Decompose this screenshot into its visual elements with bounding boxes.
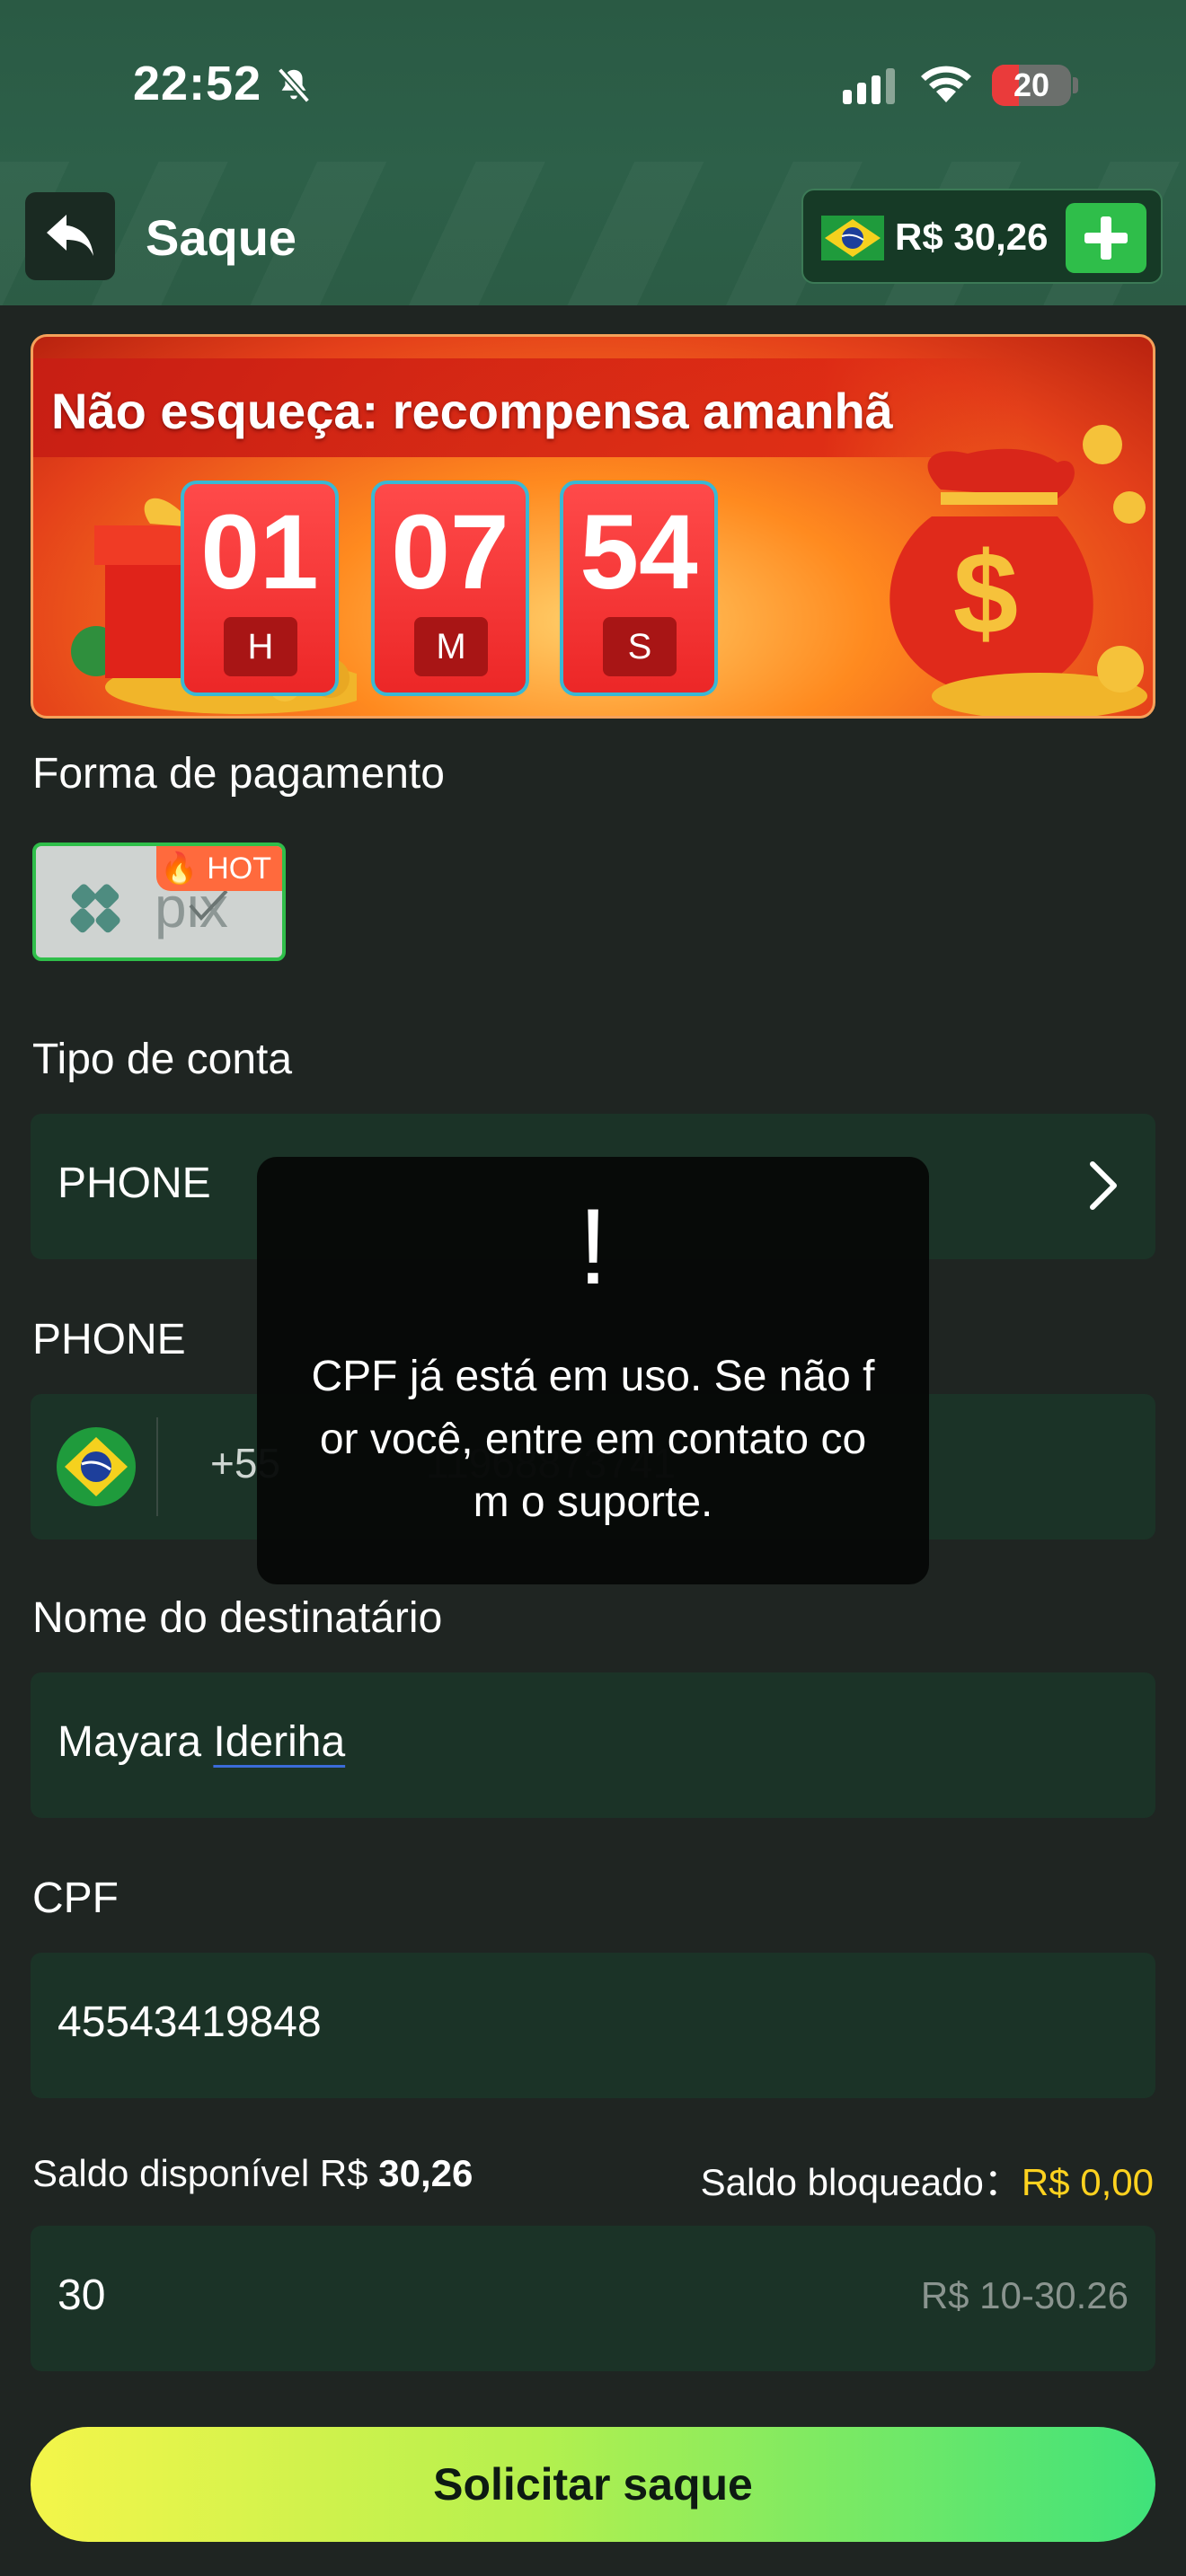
withdraw-amount-input[interactable]: 30 R$ 10-30.26 xyxy=(31,2226,1155,2371)
withdraw-amount-value: 30 xyxy=(58,2272,106,2319)
toast-message: CPF já está em uso. Se não for você, ent… xyxy=(311,1353,875,1526)
phone-divider xyxy=(156,1417,158,1516)
plus-icon xyxy=(1084,216,1128,260)
blocked-balance-value: R$ 0,00 xyxy=(1021,2161,1154,2203)
back-arrow-icon xyxy=(47,215,93,256)
error-toast: ! CPF já está em uso. Se não for você, e… xyxy=(257,1157,929,1584)
brazil-flag-icon xyxy=(821,216,884,260)
app-header: 22:52 20 Saque R$ 30,26 xyxy=(0,0,1186,305)
pix-payment-option[interactable]: pix 🔥 HOT xyxy=(32,842,286,961)
cellular-signal-icon xyxy=(843,68,895,104)
page-title: Saque xyxy=(146,209,297,266)
cpf-input[interactable]: 45543419848 xyxy=(31,1953,1155,2098)
timer-hours: 01 H xyxy=(181,481,339,696)
banner-title: Não esqueça: recompensa amanhã xyxy=(51,383,893,439)
bell-off-icon xyxy=(277,67,311,103)
deposit-plus-button[interactable] xyxy=(1066,203,1146,273)
request-withdrawal-button[interactable]: Solicitar saque xyxy=(31,2427,1155,2542)
status-time: 22:52 xyxy=(133,57,262,110)
exclamation-icon: ! xyxy=(578,1187,608,1307)
chevron-right-icon xyxy=(1090,1161,1117,1210)
battery-indicator: 20 xyxy=(992,65,1071,106)
battery-tip xyxy=(1073,77,1078,93)
account-type-value: PHONE xyxy=(58,1160,211,1207)
recipient-name-input[interactable]: Mayara Ideriha xyxy=(31,1672,1155,1818)
reward-banner[interactable]: Não esqueça: recompensa amanhã $ 01 H 07… xyxy=(31,334,1155,719)
available-balance: Saldo disponível R$ 30,26 xyxy=(32,2152,474,2194)
recipient-name-value: Mayara Ideriha xyxy=(58,1718,346,1766)
cpf-value: 45543419848 xyxy=(58,1998,322,2046)
balance-chip[interactable]: R$ 30,26 xyxy=(801,189,1163,284)
svg-text:$: $ xyxy=(953,527,1018,658)
balance-amount: R$ 30,26 xyxy=(895,216,1049,258)
spellcheck-underlined-word: Ideriha xyxy=(213,1718,346,1766)
flame-icon: 🔥 xyxy=(160,851,199,886)
blocked-balance: Saldo bloqueado：R$ 0,00 xyxy=(700,2161,1154,2203)
timer-minutes: 07 M xyxy=(371,481,529,696)
hot-badge: 🔥 HOT xyxy=(156,846,282,891)
recipient-name-label: Nome do destinatário xyxy=(32,1594,443,1642)
account-type-label: Tipo de conta xyxy=(32,1036,293,1083)
payment-method-label: Forma de pagamento xyxy=(32,750,445,798)
money-bag-icon: $ xyxy=(890,425,1147,716)
brazil-flag-icon[interactable] xyxy=(56,1426,137,1507)
timer-seconds: 54 S xyxy=(560,481,718,696)
wifi-icon xyxy=(921,66,971,102)
cpf-label: CPF xyxy=(32,1875,119,1922)
phone-label: PHONE xyxy=(32,1316,186,1363)
withdraw-amount-range: R$ 10-30.26 xyxy=(920,2274,1128,2316)
back-button[interactable] xyxy=(25,192,115,280)
